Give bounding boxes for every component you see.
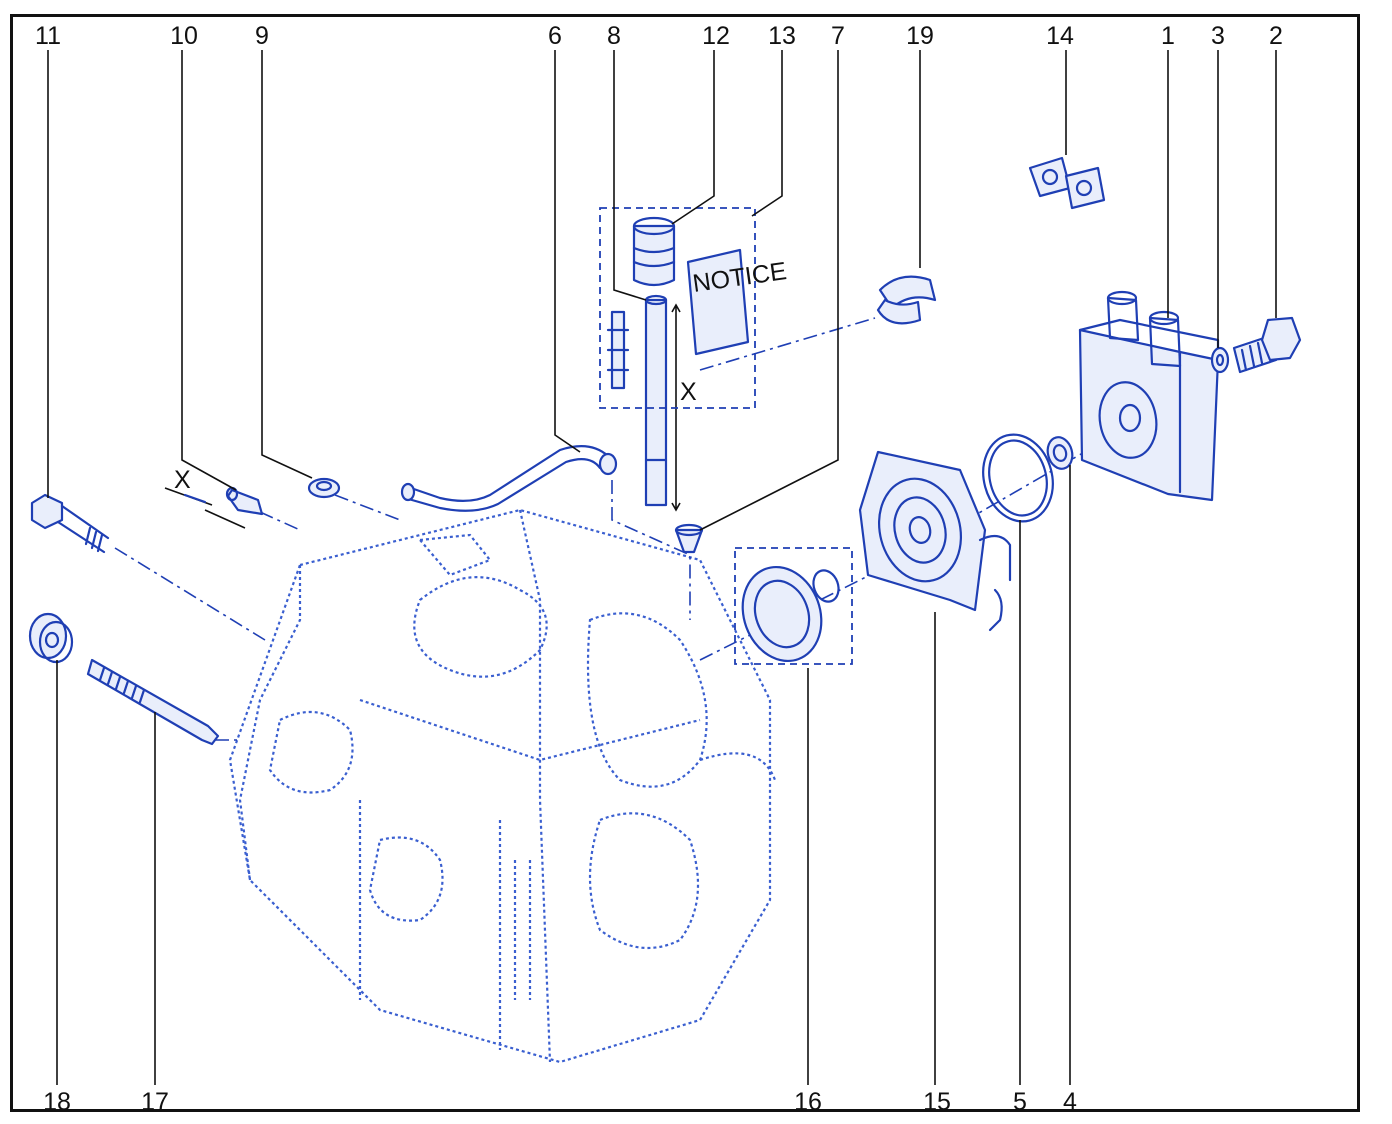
washer-small (307, 477, 341, 499)
leader-lines (47, 50, 1277, 1085)
assembly-axes (114, 317, 1141, 741)
callout-18: 18 (43, 1088, 71, 1116)
callout-14: 14 (1046, 22, 1074, 50)
nut (28, 612, 74, 664)
filler-cap (632, 216, 676, 287)
stud (86, 658, 220, 746)
callout-8: 8 (607, 22, 621, 50)
dimension-x-tube: X (680, 378, 697, 406)
notice-booklet: NOTICE (686, 248, 788, 356)
callout-19: 19 (906, 22, 934, 50)
bolt-cooler (1232, 316, 1302, 374)
clips-pair (1028, 156, 1106, 210)
dipstick-tube: X (644, 294, 697, 512)
callout-9: 9 (255, 22, 269, 50)
washer-bolt (1210, 346, 1230, 374)
sleeve: X (164, 466, 264, 529)
callout-12: 12 (702, 22, 730, 50)
callout-10: 10 (170, 22, 198, 50)
callout-16: 16 (794, 1088, 822, 1116)
callout-2: 2 (1269, 22, 1283, 50)
oil-cooler (1078, 290, 1220, 502)
clip (876, 275, 937, 325)
callout-17: 17 (141, 1088, 169, 1116)
callout-7: 7 (831, 22, 845, 50)
callout-1: 1 (1161, 22, 1175, 50)
plug (674, 523, 704, 554)
callout-15: 15 (923, 1088, 951, 1116)
callout-3: 3 (1211, 22, 1225, 50)
callout-6: 6 (548, 22, 562, 50)
callout-11: 11 (35, 22, 61, 50)
bolt-long (30, 493, 110, 554)
adapter-plate (858, 450, 1012, 632)
seal-kit (734, 547, 853, 665)
callout-5: 5 (1013, 1088, 1027, 1116)
exploded-view-diagram: X X NOTICE 11 10 9 6 8 12 13 7 19 14 1 3… (28, 22, 1302, 1116)
gearbox-housing (228, 508, 777, 1064)
breather-pipe (400, 445, 618, 512)
callout-4: 4 (1063, 1088, 1077, 1116)
callout-13: 13 (768, 22, 796, 50)
dimension-x-left: X (174, 466, 191, 494)
